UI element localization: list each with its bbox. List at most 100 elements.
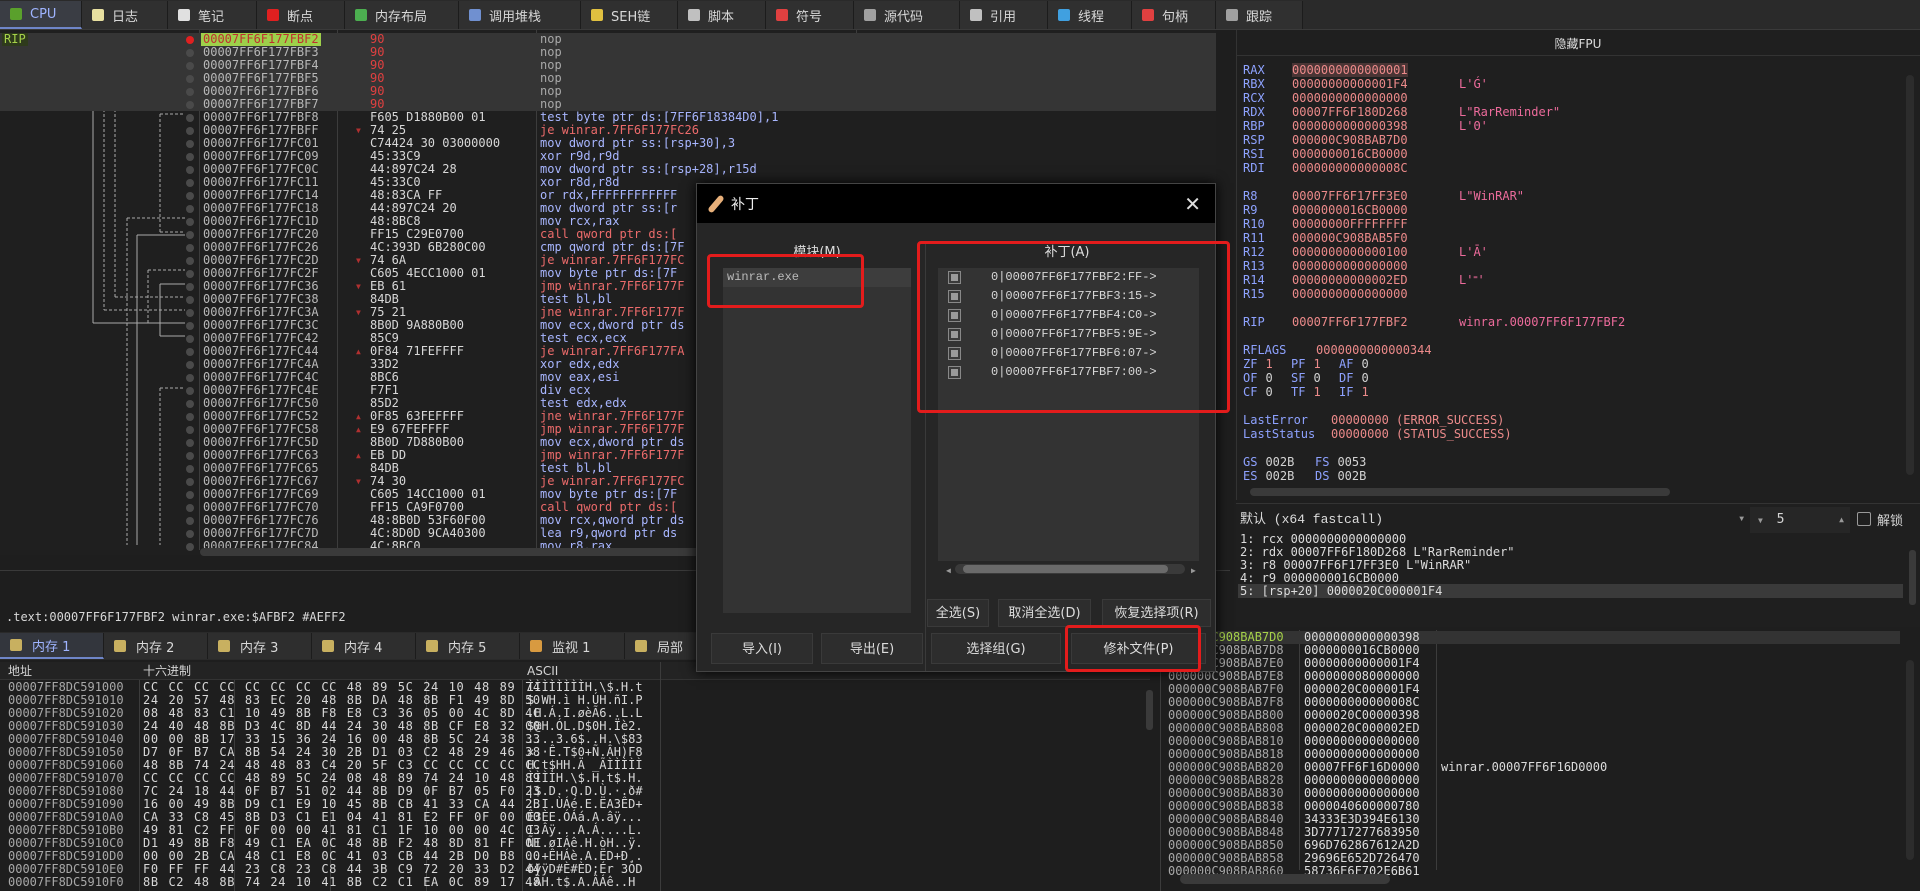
register-value[interactable]: 000000C908BAB5F0: [1292, 231, 1408, 245]
hide-fpu-button[interactable]: 隐藏FPU: [1236, 32, 1920, 56]
close-icon[interactable]: ✕: [1184, 192, 1201, 216]
register-row[interactable]: RDI 000000000000008C: [1243, 161, 1408, 175]
breakpoint-dot-icon[interactable]: [186, 166, 194, 174]
argument-line[interactable]: 1: rcx 0000000000000000: [1240, 532, 1406, 546]
breakpoint-dot-icon[interactable]: [186, 88, 194, 96]
stack-horizontal-scrollbar[interactable]: [1180, 874, 1390, 884]
disasm-row[interactable]: 00007FF6F177FBF2 90 nop: [0, 33, 1216, 46]
tab-7[interactable]: 脚本: [678, 1, 766, 29]
breakpoint-dot-icon[interactable]: [186, 309, 194, 317]
register-row[interactable]: R10 00000000FFFFFFFF: [1243, 217, 1408, 231]
breakpoint-dot-icon[interactable]: [186, 504, 194, 512]
breakpoint-dot-icon[interactable]: [186, 296, 194, 304]
register-value[interactable]: 0000000000000398: [1292, 119, 1408, 133]
restore-selection-button[interactable]: 恢复选择项(R): [1102, 599, 1211, 627]
flag[interactable]: PF 1: [1291, 357, 1321, 371]
register-value[interactable]: 0000000016CB0000: [1292, 203, 1408, 217]
register-value[interactable]: 000000000000008C: [1292, 161, 1408, 175]
breakpoint-dot-icon[interactable]: [186, 322, 194, 330]
register-value[interactable]: 0000000000000000: [1292, 91, 1408, 105]
breakpoint-dot-icon[interactable]: [186, 348, 194, 356]
flag[interactable]: IF 1: [1339, 385, 1369, 399]
argument-line[interactable]: 3: r8 00007FF6F17FF3E0 L"WinRAR": [1240, 558, 1471, 572]
disasm-row[interactable]: 00007FF6F177FBF4 90 nop: [0, 59, 1216, 72]
tab-0[interactable]: CPU: [0, 1, 82, 29]
breakpoint-dot-icon[interactable]: [186, 192, 194, 200]
register-row[interactable]: RAX 0000000000000001: [1243, 63, 1408, 77]
import-button[interactable]: 导入(I): [711, 633, 813, 664]
memory-tab-5[interactable]: 内存 5: [416, 633, 520, 659]
tab-5[interactable]: 调用堆栈: [459, 1, 581, 29]
breakpoint-dot-icon[interactable]: [186, 244, 194, 252]
breakpoint-dot-icon[interactable]: [186, 257, 194, 265]
register-value[interactable]: 0000000000000000: [1292, 259, 1408, 273]
flag[interactable]: CF 0: [1243, 385, 1273, 399]
breakpoint-dot-icon[interactable]: [186, 517, 194, 525]
tab-10[interactable]: 引用: [960, 1, 1048, 29]
breakpoint-dot-icon[interactable]: [186, 49, 194, 57]
stack-vertical-scrollbar[interactable]: [1906, 660, 1914, 860]
register-row[interactable]: RBX 00000000000001F4 L'Ǵ': [1243, 77, 1488, 91]
flag[interactable]: ZF 1: [1243, 357, 1273, 371]
breakpoint-dot-icon[interactable]: [186, 231, 194, 239]
spin-down-icon[interactable]: ▼: [1758, 516, 1763, 525]
register-value[interactable]: 0000000000000001: [1292, 63, 1408, 77]
registers-horizontal-scrollbar[interactable]: [1250, 488, 1670, 496]
flag[interactable]: AF 0: [1339, 357, 1369, 371]
register-value[interactable]: 00000000FFFFFFFF: [1292, 217, 1408, 231]
register-row[interactable]: RIP 00007FF6F177FBF2 winrar.00007FF6F177FB…: [1243, 315, 1625, 329]
dump-row[interactable]: 00007FF8DC5910F0 8B C2 48 8B 74 24 10 41 …: [0, 876, 660, 889]
register-row[interactable]: R12 0000000000000100 L'Ā': [1243, 245, 1488, 259]
breakpoint-dot-icon[interactable]: [186, 413, 194, 421]
breakpoint-dot-icon[interactable]: [186, 400, 194, 408]
memory-tab-1[interactable]: 内存 1: [0, 633, 104, 659]
argument-count-spinner[interactable]: ▼ 5 ▲: [1750, 507, 1850, 533]
register-value[interactable]: 0000000016CB0000: [1292, 147, 1408, 161]
segment-register[interactable]: ES 002B: [1243, 469, 1294, 483]
argument-line[interactable]: 4: r9 0000000016CB0000: [1240, 571, 1399, 585]
breakpoint-dot-icon[interactable]: [186, 426, 194, 434]
breakpoint-dot-icon[interactable]: [186, 270, 194, 278]
calling-convention-select[interactable]: 默认 (x64 fastcall) ▼: [1240, 511, 1750, 529]
spin-up-icon[interactable]: ▲: [1839, 507, 1844, 533]
rflags-value[interactable]: 0000000000000344: [1316, 343, 1432, 357]
patch-list-horizontal-scrollbar[interactable]: [955, 564, 1185, 574]
tab-9[interactable]: 源代码: [854, 1, 960, 29]
deselect-all-button[interactable]: 取消全选(D): [998, 599, 1091, 627]
scroll-right-icon[interactable]: ▶: [1191, 566, 1196, 575]
disasm-row[interactable]: 00007FF6F177FBF6 90 nop: [0, 85, 1216, 98]
breakpoint-dot-icon[interactable]: [186, 335, 194, 343]
register-value[interactable]: 00000000000001F4: [1292, 77, 1408, 91]
flag[interactable]: SF 0: [1291, 371, 1321, 385]
breakpoint-dot-icon[interactable]: [186, 361, 194, 369]
select-all-button[interactable]: 全选(S): [927, 599, 989, 627]
breakpoint-dot-icon[interactable]: [186, 465, 194, 473]
dialog-title-bar[interactable]: 补丁: [697, 184, 1215, 223]
register-value[interactable]: 00000000000002ED: [1292, 273, 1408, 287]
segment-register[interactable]: DS 002B: [1315, 469, 1366, 483]
breakpoint-dot-icon[interactable]: [186, 205, 194, 213]
hex-bytes[interactable]: 8B C2 48 8B 74 24 10 41 8B C2 C1 EA 0C 8…: [143, 876, 541, 889]
registers-vertical-scrollbar[interactable]: [1906, 75, 1914, 475]
register-row[interactable]: R13 0000000000000000: [1243, 259, 1408, 273]
export-button[interactable]: 导出(E): [821, 633, 923, 664]
breakpoint-dot-icon[interactable]: [186, 75, 194, 83]
flag[interactable]: OF 0: [1243, 371, 1273, 385]
register-row[interactable]: RCX 0000000000000000: [1243, 91, 1408, 105]
register-value[interactable]: 00007FF6F17FF3E0: [1292, 189, 1408, 203]
tab-3[interactable]: 断点: [257, 1, 345, 29]
register-row[interactable]: RDX 00007FF6F180D268 L"RarReminder": [1243, 105, 1560, 119]
register-value[interactable]: 0000000000000000: [1292, 287, 1408, 301]
tab-2[interactable]: 笔记: [168, 1, 257, 29]
argument-line[interactable]: 2: rdx 00007FF6F180D268 L"RarReminder": [1240, 545, 1515, 559]
tab-12[interactable]: 句柄: [1132, 1, 1216, 29]
breakpoint-dot-icon[interactable]: [186, 114, 194, 122]
arguments-scrollbar[interactable]: [1909, 550, 1916, 605]
register-row[interactable]: R9 0000000016CB0000: [1243, 203, 1408, 217]
memory-tab-4[interactable]: 内存 4: [312, 633, 416, 659]
breakpoint-dot-icon[interactable]: [186, 491, 194, 499]
register-value[interactable]: 00007FF6F177FBF2: [1292, 315, 1408, 329]
register-row[interactable]: RSP 000000C908BAB7D0: [1243, 133, 1408, 147]
register-row[interactable]: R8 00007FF6F17FF3E0 L"WinRAR": [1243, 189, 1524, 203]
dump-scrollbar[interactable]: [1146, 690, 1153, 730]
